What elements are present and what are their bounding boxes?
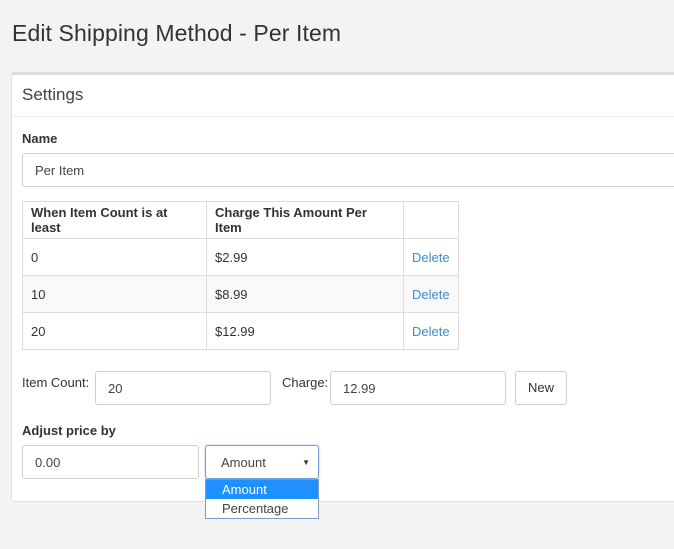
- charge-input[interactable]: 12.99: [330, 371, 506, 405]
- table-row: 0 $2.99 Delete: [22, 238, 459, 276]
- adjust-mode-selected: Amount: [221, 455, 266, 470]
- delete-link[interactable]: Delete: [412, 287, 450, 302]
- charge-label: Charge:: [282, 375, 329, 390]
- panel-heading: Settings: [12, 75, 674, 117]
- column-header-count: When Item Count is at least: [22, 201, 207, 239]
- caret-down-icon: ▼: [302, 458, 310, 467]
- rates-table: When Item Count is at least Charge This …: [22, 201, 459, 350]
- adjust-price-input[interactable]: 0.00: [22, 445, 199, 479]
- option-amount[interactable]: Amount: [206, 480, 318, 499]
- adjust-mode-dropdown: Amount Percentage: [205, 479, 319, 519]
- page-title: Edit Shipping Method - Per Item: [12, 20, 342, 46]
- cell-count: 20: [22, 312, 207, 350]
- column-header-action: [403, 201, 459, 239]
- delete-link[interactable]: Delete: [412, 250, 450, 265]
- cell-charge: $8.99: [206, 275, 404, 313]
- column-header-charge: Charge This Amount Per Item: [206, 201, 404, 239]
- adjust-price-label: Adjust price by: [22, 423, 116, 438]
- cell-charge: $12.99: [206, 312, 404, 350]
- new-button[interactable]: New: [515, 371, 567, 405]
- table-header-row: When Item Count is at least Charge This …: [22, 201, 459, 239]
- item-count-label: Item Count:: [22, 375, 90, 390]
- name-label: Name: [22, 131, 58, 146]
- item-count-input[interactable]: 20: [95, 371, 271, 405]
- table-row: 10 $8.99 Delete: [22, 275, 459, 313]
- table-row: 20 $12.99 Delete: [22, 312, 459, 350]
- adjust-mode-select[interactable]: Amount ▼: [205, 445, 319, 479]
- settings-panel: Settings Name Per Item When Item Count i…: [11, 72, 674, 519]
- option-percentage[interactable]: Percentage: [206, 499, 318, 518]
- name-input[interactable]: Per Item: [22, 153, 674, 187]
- cell-count: 0: [22, 238, 207, 276]
- cell-count: 10: [22, 275, 207, 313]
- cell-charge: $2.99: [206, 238, 404, 276]
- delete-link[interactable]: Delete: [412, 324, 450, 339]
